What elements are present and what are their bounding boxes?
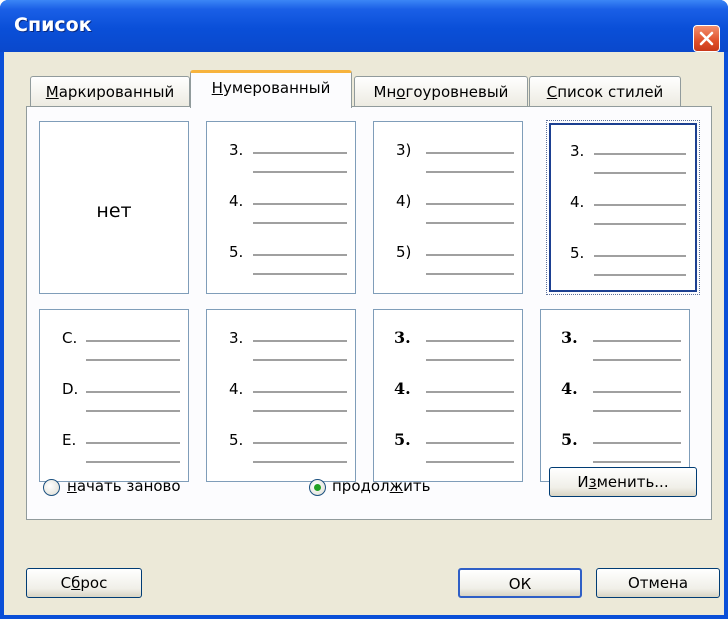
close-icon (699, 31, 714, 46)
preview-line (426, 222, 514, 224)
preview-line (253, 171, 347, 173)
list-number: 5) (396, 243, 412, 261)
list-number: E. (62, 431, 77, 449)
numbering-option-upper-alpha[interactable]: C. D. E. (39, 309, 189, 482)
numbering-option-bold-serif[interactable]: 3. 4. 5. (373, 309, 523, 482)
preview-line (426, 410, 514, 412)
preview-line (593, 410, 681, 412)
tab-panel-numbered: нет 3. 4. 5. 3) 4) 5) 3. 4. 5. C. D. E. … (26, 106, 712, 520)
preview-line (253, 410, 347, 412)
preview-line (593, 461, 681, 463)
preview-line (593, 359, 681, 361)
preview-line (594, 204, 686, 206)
list-number: 3. (229, 141, 244, 159)
numbering-option-decimal-dot-2[interactable]: 3. 4. 5. (206, 309, 356, 482)
preview-line (253, 203, 347, 205)
preview-line (426, 203, 514, 205)
list-number: 5. (570, 244, 585, 262)
none-label: нет (96, 200, 132, 222)
list-number: 5. (229, 431, 244, 449)
preview-line (253, 340, 347, 342)
preview-line (426, 152, 514, 154)
numbering-option-decimal-dot[interactable]: 3. 4. 5. (206, 121, 356, 294)
preview-line (253, 222, 347, 224)
list-number: 4) (396, 192, 412, 210)
restart-numbering-label[interactable]: начать заново (67, 477, 181, 495)
list-number: D. (62, 380, 79, 398)
list-number: 5. (394, 430, 411, 449)
preview-line (253, 391, 347, 393)
continue-numbering-radio[interactable] (309, 479, 326, 496)
preview-line (594, 223, 686, 225)
list-number: 3) (396, 141, 412, 159)
preview-line (253, 152, 347, 154)
preview-line (593, 442, 681, 444)
reset-button[interactable]: Сброс (26, 568, 142, 598)
dialog-body: Маркированный Нумерованный Многоуровневы… (4, 52, 724, 615)
preview-line (426, 171, 514, 173)
preview-line (86, 410, 180, 412)
numbering-option-none[interactable]: нет (39, 121, 189, 294)
dialog-window: Список Маркированный Нумерованный Многоу… (0, 0, 728, 619)
preview-line (86, 461, 180, 463)
preview-line (253, 461, 347, 463)
preview-line (426, 254, 514, 256)
preview-line (426, 359, 514, 361)
preview-line (594, 172, 686, 174)
continue-numbering-label[interactable]: продолжить (332, 477, 431, 495)
radio-selected-dot (314, 484, 321, 491)
window-title: Список (14, 14, 92, 36)
close-button[interactable] (693, 25, 720, 52)
numbering-option-decimal-paren[interactable]: 3) 4) 5) (373, 121, 523, 294)
list-number: 4. (570, 193, 585, 211)
list-number: 4. (229, 192, 244, 210)
ok-button[interactable]: ОК (458, 568, 582, 598)
preview-line (593, 340, 681, 342)
tab-multilevel[interactable]: Многоуровневый (354, 76, 528, 107)
list-number: 3. (394, 328, 411, 347)
preview-line (253, 254, 347, 256)
list-number: 4. (229, 380, 244, 398)
preview-line (426, 340, 514, 342)
numbering-option-bold-serif-2[interactable]: 3. 4. 5. (540, 309, 690, 482)
list-number: 3. (561, 328, 578, 347)
tab-numbered[interactable]: Нумерованный (190, 70, 352, 110)
tab-bulleted[interactable]: Маркированный (30, 76, 190, 107)
preview-line (253, 442, 347, 444)
list-number: 3. (229, 329, 244, 347)
preview-line (594, 255, 686, 257)
cancel-button[interactable]: Отмена (596, 568, 720, 598)
title-bar[interactable]: Список (0, 0, 728, 52)
tab-list-styles[interactable]: Список стилей (529, 76, 681, 107)
list-number: 5. (229, 243, 244, 261)
preview-line (594, 274, 686, 276)
preview-line (426, 273, 514, 275)
preview-line (426, 442, 514, 444)
modify-button[interactable]: Изменить... (549, 467, 697, 497)
preview-line (253, 273, 347, 275)
preview-line (86, 359, 180, 361)
numbering-option-decimal-dot-selected[interactable]: 3. 4. 5. (546, 120, 700, 295)
list-number: 5. (561, 430, 578, 449)
preview-line (594, 153, 686, 155)
list-number: C. (62, 329, 78, 347)
preview-line (86, 442, 180, 444)
preview-line (426, 391, 514, 393)
preview-line (86, 391, 180, 393)
list-number: 4. (394, 379, 411, 398)
preview-line (86, 340, 180, 342)
list-number: 4. (561, 379, 578, 398)
preview-line (253, 359, 347, 361)
preview-line (426, 461, 514, 463)
preview-line (593, 391, 681, 393)
restart-numbering-radio[interactable] (43, 479, 60, 496)
list-number: 3. (570, 142, 585, 160)
